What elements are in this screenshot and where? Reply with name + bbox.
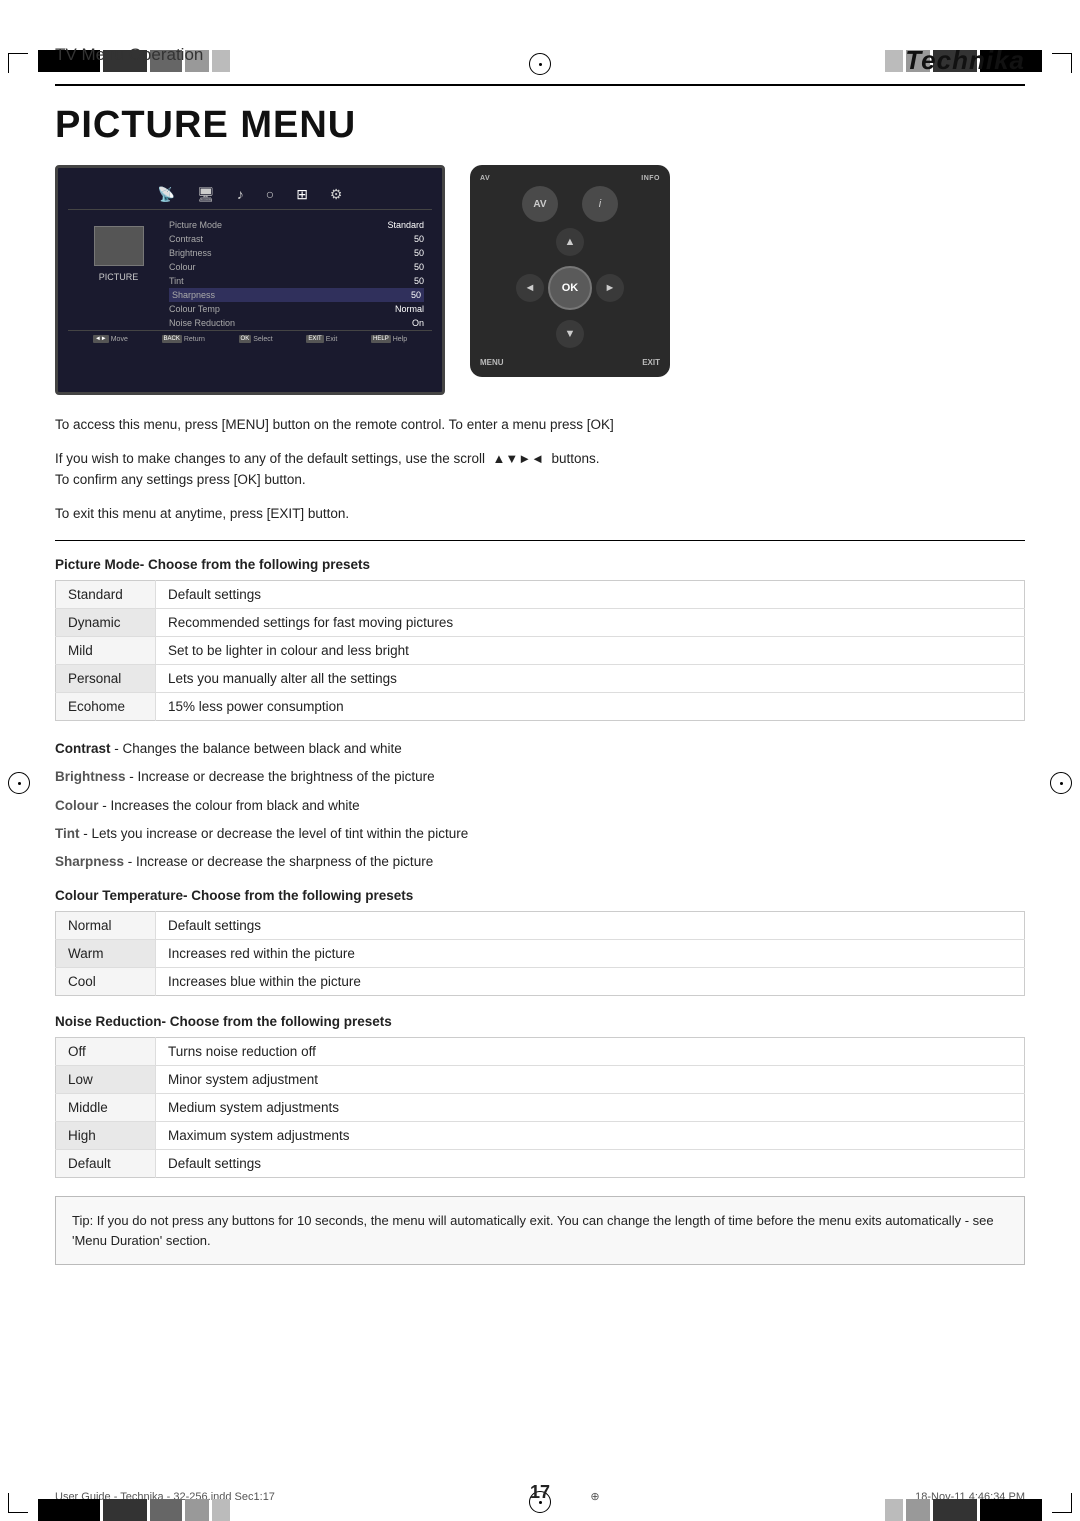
section-title: TV Menu Operation — [55, 45, 203, 65]
scroll-arrows: ▲▼►◄ — [493, 451, 544, 466]
picture-icon — [94, 226, 144, 266]
monitor-icon: 🖥 — [197, 186, 215, 203]
table-row: Personal Lets you manually alter all the… — [56, 665, 1025, 693]
remote-control: AV INFO AV i ▲ — [470, 165, 670, 377]
settings-icon: ⚙ — [330, 186, 343, 203]
sharpness-desc: Sharpness - Increase or decrease the sha… — [55, 852, 1025, 872]
menu-label: MENU — [480, 358, 504, 367]
menu-body: PICTURE Picture Mode Standard Contrast 5… — [68, 218, 432, 330]
corner-mark-tr — [1052, 53, 1072, 73]
circle-icon: ○ — [266, 186, 274, 203]
info-label: INFO — [641, 175, 660, 182]
table-row: Cool Increases blue within the picture — [56, 968, 1025, 996]
tv-bottom-bar: ◄► Move BACK Return OK Select EXIT Exit … — [68, 330, 432, 347]
bottom-bar-left — [38, 1494, 230, 1521]
bar — [103, 1499, 147, 1521]
exit-desc: To exit this menu at anytime, press [EXI… — [55, 504, 1025, 524]
tv-menu-screen: 📡 🖥 ♪ ○ ⊞ ⚙ PICTURE Picture Mode Standar… — [55, 165, 445, 395]
menu-item-row-highlighted: Sharpness 50 — [169, 288, 424, 302]
table-row: Dynamic Recommended settings for fast mo… — [56, 609, 1025, 637]
page-title: PICTURE MENU — [55, 104, 1025, 147]
colour-temp-heading: Colour Temperature- Choose from the foll… — [55, 888, 1025, 903]
page-header: TV Menu Operation Technika — [55, 45, 1025, 86]
screens-area: 📡 🖥 ♪ ○ ⊞ ⚙ PICTURE Picture Mode Standar… — [55, 165, 1025, 395]
menu-item-row: Noise Reduction On — [169, 316, 424, 330]
bar — [980, 1499, 1042, 1521]
reg-mark-left — [8, 772, 30, 794]
remote-body: AV INFO AV i ▲ — [470, 165, 670, 377]
bar — [185, 1499, 209, 1521]
brightness-desc: Brightness - Increase or decrease the br… — [55, 767, 1025, 787]
remote-top-row: AV i — [522, 186, 618, 222]
menu-item-row: Brightness 50 — [169, 246, 424, 260]
info-button[interactable]: i — [582, 186, 618, 222]
remote-middle-row: ◄ OK ► — [516, 266, 624, 310]
menu-item-row: Tint 50 — [169, 274, 424, 288]
page-content: TV Menu Operation Technika PICTURE MENU … — [55, 45, 1025, 1265]
bar — [150, 1499, 182, 1521]
bottom-decorative-bars — [0, 1489, 1080, 1521]
menu-sidebar: PICTURE — [76, 218, 161, 330]
table-row: Middle Medium system adjustments — [56, 1094, 1025, 1122]
exit-label: EXIT — [642, 358, 660, 367]
noise-reduction-table: Off Turns noise reduction off Low Minor … — [55, 1037, 1025, 1178]
scroll-desc: If you wish to make changes to any of th… — [55, 449, 1025, 490]
grid-icon: ⊞ — [296, 186, 308, 203]
remote-bottom-labels: MENU EXIT — [480, 358, 660, 367]
left-arrow-button[interactable]: ◄ — [516, 274, 544, 302]
menu-item-row: Colour 50 — [169, 260, 424, 274]
menu-item-row: Colour Temp Normal — [169, 302, 424, 316]
bar — [38, 1499, 100, 1521]
remote-nav: AV i ▲ ◄ OK ► — [480, 186, 660, 354]
noise-reduction-heading: Noise Reduction- Choose from the followi… — [55, 1014, 1025, 1029]
picture-mode-heading: Picture Mode- Choose from the following … — [55, 557, 1025, 572]
music-icon: ♪ — [237, 186, 244, 203]
ok-button[interactable]: OK — [548, 266, 592, 310]
table-row: Mild Set to be lighter in colour and les… — [56, 637, 1025, 665]
av-button[interactable]: AV — [522, 186, 558, 222]
picture-mode-table: Standard Default settings Dynamic Recomm… — [55, 580, 1025, 721]
sidebar-label: PICTURE — [99, 272, 139, 282]
menu-items: Picture Mode Standard Contrast 50 Bright… — [161, 218, 424, 330]
divider-1 — [55, 540, 1025, 541]
table-row: Ecohome 15% less power consumption — [56, 693, 1025, 721]
brand-logo: Technika — [905, 45, 1025, 76]
remote-top-labels: AV INFO — [480, 175, 660, 182]
bar — [885, 1499, 903, 1521]
right-arrow-button[interactable]: ► — [596, 274, 624, 302]
table-row: Low Minor system adjustment — [56, 1066, 1025, 1094]
table-row: Warm Increases red within the picture — [56, 940, 1025, 968]
tip-box: Tip: If you do not press any buttons for… — [55, 1196, 1025, 1265]
antenna-icon: 📡 — [158, 186, 175, 203]
colour-desc: Colour - Increases the colour from black… — [55, 796, 1025, 816]
table-row: Standard Default settings — [56, 581, 1025, 609]
bottom-bar-right — [885, 1494, 1042, 1521]
table-row: Default Default settings — [56, 1150, 1025, 1178]
table-row: Off Turns noise reduction off — [56, 1038, 1025, 1066]
table-row: Normal Default settings — [56, 912, 1025, 940]
colour-temp-table: Normal Default settings Warm Increases r… — [55, 911, 1025, 996]
reg-mark-right — [1050, 772, 1072, 794]
contrast-desc: Contrast - Changes the balance between b… — [55, 739, 1025, 759]
table-row: High Maximum system adjustments — [56, 1122, 1025, 1150]
source-label: AV — [480, 175, 490, 182]
tint-desc: Tint - Lets you increase or decrease the… — [55, 824, 1025, 844]
menu-item-row: Contrast 50 — [169, 232, 424, 246]
bar — [212, 1499, 230, 1521]
access-menu-desc: To access this menu, press [MENU] button… — [55, 415, 1025, 435]
bar — [933, 1499, 977, 1521]
menu-item-row: Picture Mode Standard — [169, 218, 424, 232]
down-arrow-button[interactable]: ▼ — [556, 320, 584, 348]
up-arrow-button[interactable]: ▲ — [556, 228, 584, 256]
corner-mark-tl — [8, 53, 28, 73]
bar — [906, 1499, 930, 1521]
menu-icons-row: 📡 🖥 ♪ ○ ⊞ ⚙ — [68, 178, 432, 210]
